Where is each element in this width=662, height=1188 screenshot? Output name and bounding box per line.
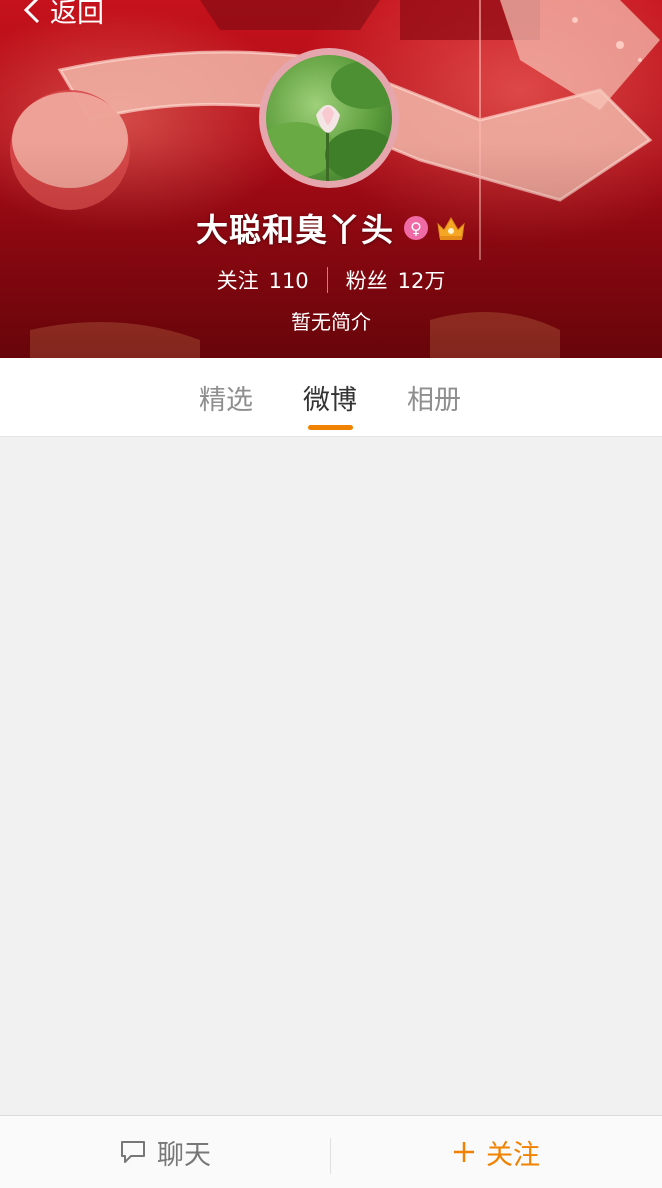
avatar[interactable]	[259, 48, 399, 188]
following-label: 关注	[216, 269, 259, 293]
profile-tabs: 精选 微博 相册	[0, 358, 662, 437]
followers-label: 粉丝	[345, 269, 388, 293]
lotus-image	[266, 61, 392, 181]
chat-label: 聊天	[157, 1139, 211, 1171]
follow-stats: 关注 110 粉丝 12万	[0, 262, 662, 298]
tab-featured[interactable]: 精选	[199, 378, 253, 417]
following-count: 110	[268, 269, 309, 293]
chevron-left-icon	[23, 0, 40, 24]
bottom-action-bar: 聊天 关注	[0, 1115, 662, 1188]
user-name-row: 大聪和臭丫头 ♀	[0, 205, 662, 251]
back-button[interactable]: 返回	[22, 0, 104, 30]
following-stat[interactable]: 关注 110	[217, 265, 309, 295]
chat-bubble-icon	[121, 1141, 145, 1163]
tab-weibo[interactable]: 微博	[303, 378, 357, 417]
follow-label: 关注	[486, 1139, 540, 1171]
plus-icon	[454, 1142, 474, 1162]
chat-button[interactable]: 聊天	[0, 1116, 330, 1188]
user-name: 大聪和臭丫头	[195, 211, 394, 249]
followers-stat[interactable]: 粉丝 12万	[346, 265, 446, 295]
tab-album[interactable]: 相册	[407, 378, 461, 417]
back-label: 返回	[50, 0, 104, 29]
crown-icon[interactable]	[436, 214, 466, 242]
follow-button[interactable]: 关注	[331, 1116, 661, 1188]
female-icon: ♀	[404, 216, 428, 240]
stats-divider	[326, 267, 328, 293]
user-bio: 暂无简介	[291, 310, 371, 334]
active-tab-indicator	[308, 425, 353, 430]
followers-count: 12万	[397, 269, 446, 293]
profile-banner: 返回 大聪和臭丫头 ♀ 关注 110 粉丝 12万 暂无简介	[0, 0, 662, 358]
feed-content-area[interactable]	[0, 437, 662, 1115]
avatar-image	[266, 55, 392, 181]
